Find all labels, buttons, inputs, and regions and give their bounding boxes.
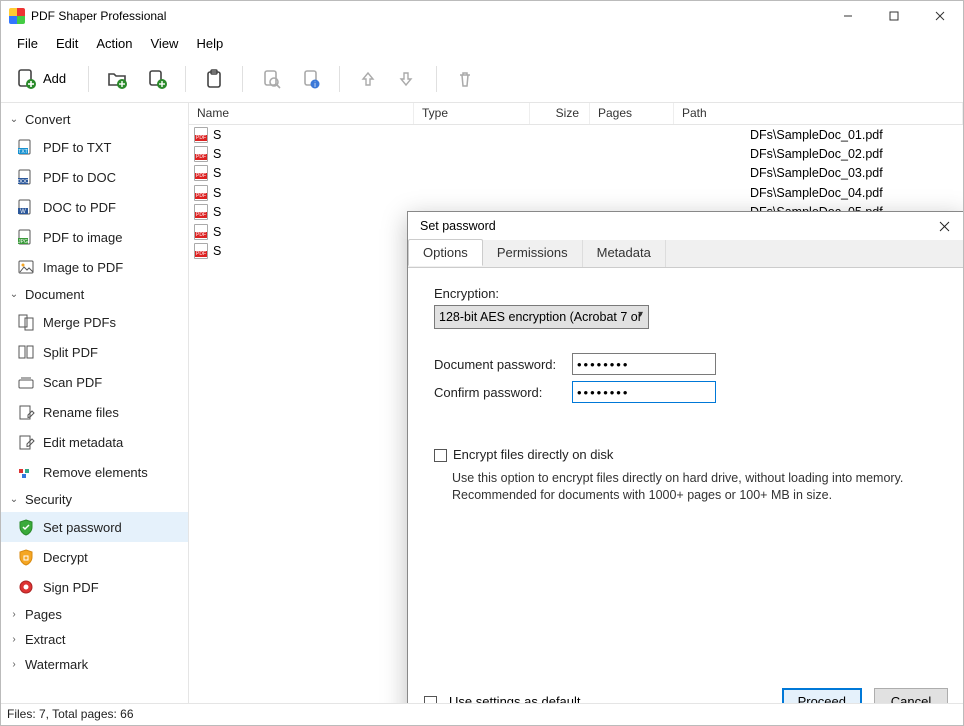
doc-icon: DOC xyxy=(17,168,35,186)
sign-icon xyxy=(17,578,35,596)
move-down-button[interactable] xyxy=(392,63,424,95)
add-button[interactable]: Add xyxy=(11,63,76,95)
svg-text:JPG: JPG xyxy=(18,239,28,245)
sidebar-group-watermark[interactable]: ›Watermark xyxy=(1,652,188,677)
chevron-icon: › xyxy=(9,659,19,670)
sidebar-item-remove-elements[interactable]: Remove elements xyxy=(1,457,188,487)
dialog-title: Set password xyxy=(420,219,930,233)
sidebar-item-doc-to-pdf[interactable]: WDOC to PDF xyxy=(1,192,188,222)
close-button[interactable] xyxy=(917,1,963,31)
move-up-button[interactable] xyxy=(352,63,384,95)
cancel-button[interactable]: Cancel xyxy=(874,688,948,703)
sidebar-item-set-password[interactable]: Set password xyxy=(1,512,188,542)
sidebar-item-sign-pdf[interactable]: Sign PDF xyxy=(1,572,188,602)
menu-help[interactable]: Help xyxy=(188,34,231,53)
sidebar-item-image-to-pdf[interactable]: Image to PDF xyxy=(1,252,188,282)
sidebar-item-pdf-to-txt[interactable]: TXTPDF to TXT xyxy=(1,132,188,162)
menu-view[interactable]: View xyxy=(143,34,187,53)
rename-icon xyxy=(17,403,35,421)
preview-button[interactable] xyxy=(255,63,287,95)
svg-text:TXT: TXT xyxy=(18,149,27,155)
split-icon xyxy=(17,343,35,361)
toolbar: Add i xyxy=(1,55,963,103)
sidebar-item-pdf-to-doc[interactable]: DOCPDF to DOC xyxy=(1,162,188,192)
encrypt-hint: Use this option to encrypt files directl… xyxy=(452,470,938,504)
tab-options[interactable]: Options xyxy=(408,239,483,266)
svg-text:W: W xyxy=(20,209,26,215)
svg-text:DOC: DOC xyxy=(17,179,29,185)
sidebar-item-edit-metadata[interactable]: Edit metadata xyxy=(1,427,188,457)
merge-icon xyxy=(17,313,35,331)
chevron-icon: › xyxy=(9,609,19,620)
encryption-select[interactable]: 128-bit AES encryption (Acrobat 7 or lat… xyxy=(434,305,649,329)
dialog-close-button[interactable] xyxy=(930,214,958,238)
use-default-checkbox[interactable] xyxy=(424,696,437,704)
sidebar-group-pages[interactable]: ›Pages xyxy=(1,602,188,627)
maximize-button[interactable] xyxy=(871,1,917,31)
chevron-icon: › xyxy=(9,634,19,645)
menu-edit[interactable]: Edit xyxy=(48,34,86,53)
sidebar-item-merge-pdfs[interactable]: Merge PDFs xyxy=(1,307,188,337)
sidebar-group-convert[interactable]: ⌄Convert xyxy=(1,107,188,132)
document-password-label: Document password: xyxy=(434,357,562,372)
sidebar-group-extract[interactable]: ›Extract xyxy=(1,627,188,652)
encrypt-disk-checkbox[interactable] xyxy=(434,449,447,462)
w-icon: W xyxy=(17,198,35,216)
proceed-button[interactable]: Proceed xyxy=(782,688,862,703)
menu-action[interactable]: Action xyxy=(88,34,140,53)
tab-metadata[interactable]: Metadata xyxy=(583,240,666,267)
chevron-icon: ⌄ xyxy=(9,494,19,505)
jpg-icon: JPG xyxy=(17,228,35,246)
confirm-password-label: Confirm password: xyxy=(434,385,562,400)
confirm-password-input[interactable] xyxy=(572,381,716,403)
main-panel: Name Type Size Pages Path SDFs\SampleDoc… xyxy=(189,103,963,703)
add-file-icon xyxy=(15,68,37,90)
status-bar: Files: 7, Total pages: 66 xyxy=(1,703,963,725)
sidebar-item-decrypt[interactable]: Decrypt xyxy=(1,542,188,572)
meta-icon xyxy=(17,433,35,451)
minimize-button[interactable] xyxy=(825,1,871,31)
add-folder-button[interactable] xyxy=(101,63,133,95)
app-logo-icon xyxy=(9,8,25,24)
use-default-label: Use settings as default xyxy=(449,694,581,704)
sidebar-item-scan-pdf[interactable]: Scan PDF xyxy=(1,367,188,397)
info-button[interactable]: i xyxy=(295,63,327,95)
txt-icon: TXT xyxy=(17,138,35,156)
sidebar-item-split-pdf[interactable]: Split PDF xyxy=(1,337,188,367)
img-icon xyxy=(17,258,35,276)
add-recent-button[interactable] xyxy=(141,63,173,95)
encryption-label: Encryption: xyxy=(434,286,938,301)
tab-permissions[interactable]: Permissions xyxy=(483,240,583,267)
shield-icon xyxy=(17,518,35,536)
chevron-icon: ⌄ xyxy=(9,114,19,125)
sidebar-group-document[interactable]: ⌄Document xyxy=(1,282,188,307)
decrypt-icon xyxy=(17,548,35,566)
document-password-input[interactable] xyxy=(572,353,716,375)
scan-icon xyxy=(17,373,35,391)
delete-button[interactable] xyxy=(449,63,481,95)
menubar: File Edit Action View Help xyxy=(1,31,963,55)
sidebar-item-pdf-to-image[interactable]: JPGPDF to image xyxy=(1,222,188,252)
paste-button[interactable] xyxy=(198,63,230,95)
menu-file[interactable]: File xyxy=(9,34,46,53)
encrypt-disk-label: Encrypt files directly on disk xyxy=(453,447,613,462)
window-title: PDF Shaper Professional xyxy=(31,9,825,23)
chevron-icon: ⌄ xyxy=(9,289,19,300)
sidebar-item-rename-files[interactable]: Rename files xyxy=(1,397,188,427)
set-password-dialog: Set password Options Permissions Metadat… xyxy=(407,211,963,703)
remove-icon xyxy=(17,463,35,481)
sidebar: ⌄ConvertTXTPDF to TXTDOCPDF to DOCWDOC t… xyxy=(1,103,189,703)
sidebar-group-security[interactable]: ⌄Security xyxy=(1,487,188,512)
titlebar[interactable]: PDF Shaper Professional xyxy=(1,1,963,31)
